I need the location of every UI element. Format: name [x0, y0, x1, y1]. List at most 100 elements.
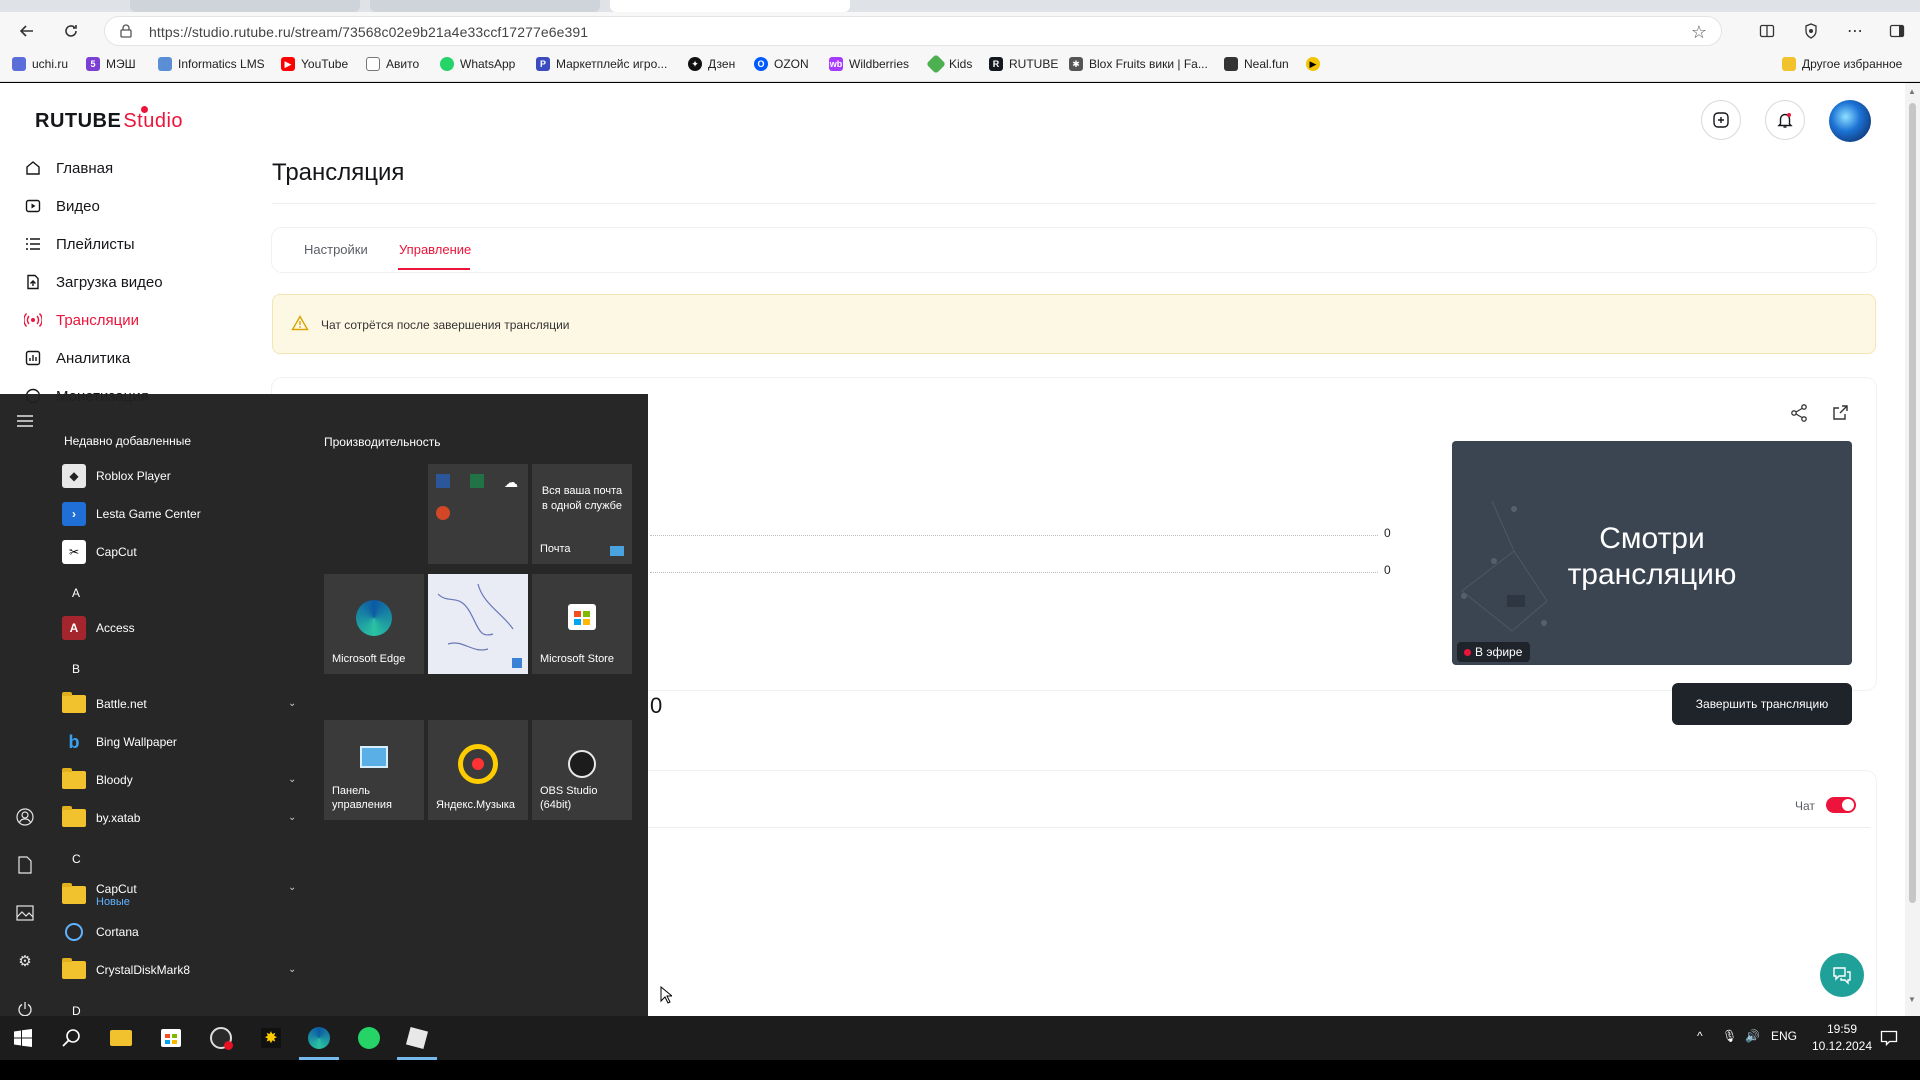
bookmark-marketplace[interactable]: P Маркетплейс игро... — [536, 57, 667, 71]
app-bing-wallpaper[interactable]: b Bing Wallpaper — [62, 728, 177, 756]
tile-mail[interactable]: Вся ваша почта в одной службе Почта — [532, 464, 632, 564]
refresh-button[interactable] — [58, 18, 84, 44]
avatar[interactable] — [1829, 100, 1871, 142]
roblox-taskbar-button[interactable] — [402, 1024, 432, 1052]
chevron-down-icon[interactable]: ⌄ — [288, 698, 296, 709]
section-letter-b[interactable]: B — [72, 662, 80, 676]
bookmark-blox-fruits[interactable]: ✱ Blox Fruits вики | Fa... — [1069, 57, 1208, 71]
bookmark-uchi[interactable]: uchi.ru — [12, 57, 68, 71]
volume-icon[interactable]: 🔊 — [1745, 1029, 1760, 1043]
browser-essentials-icon[interactable] — [1798, 18, 1824, 44]
tile-control-panel[interactable]: Панель управления — [324, 720, 424, 820]
sidebar-item-video[interactable]: Видео — [24, 194, 100, 218]
bookmark-youtube[interactable]: ▶ YouTube — [281, 57, 348, 71]
sidebar-item-broadcasts[interactable]: Трансляции — [24, 308, 139, 332]
stream-preview[interactable]: Смотри трансляцию В эфире — [1452, 441, 1852, 665]
bookmark-mesh[interactable]: 5 МЭШ — [86, 57, 136, 71]
pictures-icon[interactable] — [14, 902, 36, 924]
app-access[interactable]: A Access — [62, 614, 135, 642]
scroll-up-icon[interactable]: ▲ — [1908, 87, 1916, 96]
bookmark-whatsapp[interactable]: WhatsApp — [440, 57, 515, 71]
browser-tab[interactable] — [370, 0, 600, 12]
sidebar-item-playlists[interactable]: Плейлисты — [24, 232, 135, 256]
app-bloody[interactable]: Bloody — [62, 766, 133, 794]
sidebar-item-upload[interactable]: Загрузка видео — [24, 270, 163, 294]
start-button[interactable] — [8, 1024, 38, 1052]
bookmark-avito[interactable]: Авито — [366, 57, 419, 71]
uchi-icon — [12, 57, 26, 71]
app-cortana[interactable]: Cortana — [62, 918, 139, 946]
bookmark-dzen[interactable]: ✦ Дзен — [688, 57, 735, 71]
clock[interactable]: 19:59 10.12.2024 — [1808, 1021, 1876, 1055]
user-account-icon[interactable] — [14, 806, 36, 828]
app-roblox-player[interactable]: ◆ Roblox Player — [62, 462, 171, 490]
app-capcut-folder[interactable]: CapCut Новые — [62, 878, 137, 912]
chevron-down-icon[interactable]: ⌄ — [288, 882, 296, 893]
documents-icon[interactable] — [14, 854, 36, 876]
store-taskbar-button[interactable] — [156, 1024, 186, 1052]
bookmark-informatics[interactable]: Informatics LMS — [158, 57, 265, 71]
app-capcut[interactable]: ✂ CapCut — [62, 538, 137, 566]
tile-microsoft-edge[interactable]: Microsoft Edge — [324, 574, 424, 674]
tab-management[interactable]: Управление — [399, 242, 471, 257]
app-by-xatab[interactable]: by.xatab — [62, 804, 140, 832]
screen-bottom-edge — [0, 1060, 1920, 1080]
file-explorer-button[interactable] — [106, 1024, 136, 1052]
bookmark-kids[interactable]: Kids — [926, 54, 972, 74]
other-bookmarks-folder[interactable]: Другое избранное — [1782, 57, 1902, 71]
folder-icon — [62, 692, 86, 716]
support-chat-button[interactable] — [1820, 953, 1864, 997]
favorite-star-icon[interactable]: ☆ — [1691, 22, 1707, 43]
tile-obs-studio[interactable]: OBS Studio (64bit) — [532, 720, 632, 820]
end-stream-button[interactable]: Завершить трансляцию — [1672, 683, 1852, 725]
bookmark-rutube[interactable]: R RUTUBE — [989, 57, 1058, 71]
chat-toggle[interactable] — [1826, 797, 1856, 813]
split-screen-icon[interactable] — [1754, 18, 1780, 44]
microphone-icon[interactable]: 🎙 — [1722, 1029, 1737, 1043]
rutube-studio-logo[interactable]: RUTUBE Studio — [35, 106, 183, 133]
share-icon[interactable] — [1789, 403, 1809, 423]
back-button[interactable] — [14, 18, 40, 44]
app-battle-net[interactable]: Battle.net — [62, 690, 147, 718]
app-lesta-game-center[interactable]: › Lesta Game Center — [62, 500, 201, 528]
notifications-button[interactable] — [1765, 100, 1805, 140]
browser-tab[interactable] — [130, 0, 360, 12]
tab-settings[interactable]: Настройки — [304, 242, 368, 257]
tile-office-apps[interactable]: ☁ — [428, 464, 528, 564]
bookmark-extra[interactable]: ▶ — [1306, 57, 1320, 71]
windows-logo-icon — [14, 1029, 32, 1047]
tile-microsoft-store[interactable]: Microsoft Store — [532, 574, 632, 674]
chevron-down-icon[interactable]: ⌄ — [288, 774, 296, 785]
sidebar-item-analytics[interactable]: Аналитика — [24, 346, 130, 370]
page-scrollbar[interactable]: ▲ ▼ — [1905, 83, 1920, 1016]
scrollbar-thumb[interactable] — [1909, 103, 1916, 903]
chevron-down-icon[interactable]: ⌄ — [288, 964, 296, 975]
obs-taskbar-button[interactable] — [206, 1024, 236, 1052]
chevron-down-icon[interactable]: ⌄ — [288, 812, 296, 823]
app-crystaldiskmark[interactable]: CrystalDiskMark8 — [62, 956, 190, 984]
app-taskbar-button[interactable]: ✸ — [256, 1024, 286, 1052]
bookmark-ozon[interactable]: O OZON — [754, 57, 809, 71]
browser-tab-active[interactable] — [610, 0, 850, 12]
language-indicator[interactable]: ENG — [1771, 1029, 1797, 1043]
url-field[interactable]: https://studio.rutube.ru/stream/73568c02… — [104, 16, 1722, 46]
sidebar-toggle-icon[interactable] — [1884, 18, 1910, 44]
more-options-icon[interactable]: ⋯ — [1842, 18, 1868, 44]
bookmark-neal-fun[interactable]: Neal.fun — [1224, 57, 1289, 71]
show-hidden-icons-icon[interactable]: ^ — [1697, 1029, 1703, 1043]
search-button[interactable] — [56, 1024, 86, 1052]
section-letter-c[interactable]: C — [72, 852, 81, 866]
action-center-button[interactable] — [1874, 1024, 1904, 1052]
edge-taskbar-button[interactable] — [304, 1024, 334, 1052]
open-external-icon[interactable] — [1830, 403, 1850, 423]
section-letter-a[interactable]: A — [72, 586, 80, 600]
tile-photo[interactable] — [428, 574, 528, 674]
create-button[interactable] — [1701, 100, 1741, 140]
tile-yandex-music[interactable]: Яндекс.Музыка — [428, 720, 528, 820]
whatsapp-taskbar-button[interactable] — [354, 1024, 384, 1052]
sidebar-item-home[interactable]: Главная — [24, 156, 113, 180]
bookmark-wildberries[interactable]: wb Wildberries — [829, 57, 909, 71]
settings-gear-icon[interactable]: ⚙ — [14, 950, 36, 972]
scroll-down-icon[interactable]: ▼ — [1908, 995, 1916, 1004]
hamburger-menu-icon[interactable] — [14, 410, 36, 432]
